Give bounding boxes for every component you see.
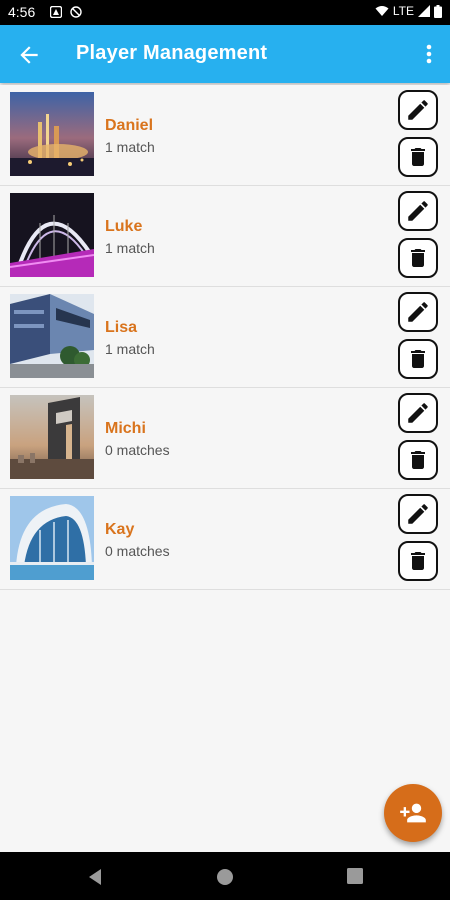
pencil-icon — [408, 302, 428, 322]
nav-recents-icon[interactable] — [347, 868, 363, 884]
edit-player-button[interactable] — [398, 90, 438, 130]
network-type: LTE — [392, 4, 414, 18]
app-bar: Player Management — [0, 25, 450, 83]
player-photo — [10, 193, 94, 277]
player-row[interactable]: Kay 0 matches — [0, 489, 450, 590]
pencil-icon — [408, 403, 428, 423]
delete-player-button[interactable] — [398, 440, 438, 480]
nav-back-icon[interactable] — [86, 868, 104, 886]
edit-player-button[interactable] — [398, 494, 438, 534]
signal-icon — [418, 5, 430, 17]
player-photo — [10, 92, 94, 176]
add-player-button[interactable] — [384, 784, 442, 842]
overflow-menu-button[interactable] — [422, 42, 436, 66]
player-match-count: 0 matches — [105, 543, 170, 559]
player-name[interactable]: Daniel — [105, 117, 153, 135]
delete-player-button[interactable] — [398, 541, 438, 581]
system-navigation-bar — [0, 852, 450, 900]
back-button[interactable] — [16, 42, 42, 68]
trash-icon — [411, 350, 425, 368]
edit-player-button[interactable] — [398, 393, 438, 433]
pencil-icon — [408, 201, 428, 221]
player-name[interactable]: Kay — [105, 521, 134, 539]
trash-icon — [411, 249, 425, 267]
pencil-icon — [408, 504, 428, 524]
player-name[interactable]: Michi — [105, 420, 146, 438]
player-photo — [10, 395, 94, 479]
arrow-back-icon — [20, 46, 38, 64]
battery-icon — [434, 4, 442, 18]
more-vert-icon — [426, 44, 432, 64]
player-row[interactable]: Michi 0 matches — [0, 388, 450, 489]
trash-icon — [411, 552, 425, 570]
trash-icon — [411, 148, 425, 166]
status-bar: 4:56 LTE — [0, 0, 450, 25]
edit-player-button[interactable] — [398, 191, 438, 231]
trash-icon — [411, 451, 425, 469]
status-notification-icons — [50, 6, 82, 18]
status-right: LTE — [375, 4, 442, 18]
page-title: Player Management — [76, 42, 268, 64]
player-list: Daniel 1 match Luke 1 match Lisa 1 match… — [0, 85, 450, 590]
add-person-icon — [400, 803, 426, 823]
notification-app-icon — [50, 6, 62, 18]
notification-blocked-icon — [70, 6, 82, 18]
delete-player-button[interactable] — [398, 238, 438, 278]
nav-home-icon[interactable] — [216, 868, 234, 886]
player-match-count: 0 matches — [105, 442, 170, 458]
player-name[interactable]: Luke — [105, 218, 142, 236]
player-photo — [10, 496, 94, 580]
wifi-icon — [375, 6, 389, 16]
delete-player-button[interactable] — [398, 137, 438, 177]
player-match-count: 1 match — [105, 139, 155, 155]
player-name[interactable]: Lisa — [105, 319, 137, 337]
player-match-count: 1 match — [105, 341, 155, 357]
status-time: 4:56 — [8, 4, 36, 20]
player-match-count: 1 match — [105, 240, 155, 256]
player-row[interactable]: Luke 1 match — [0, 186, 450, 287]
pencil-icon — [408, 100, 428, 120]
player-row[interactable]: Daniel 1 match — [0, 85, 450, 186]
player-photo — [10, 294, 94, 378]
player-row[interactable]: Lisa 1 match — [0, 287, 450, 388]
edit-player-button[interactable] — [398, 292, 438, 332]
delete-player-button[interactable] — [398, 339, 438, 379]
